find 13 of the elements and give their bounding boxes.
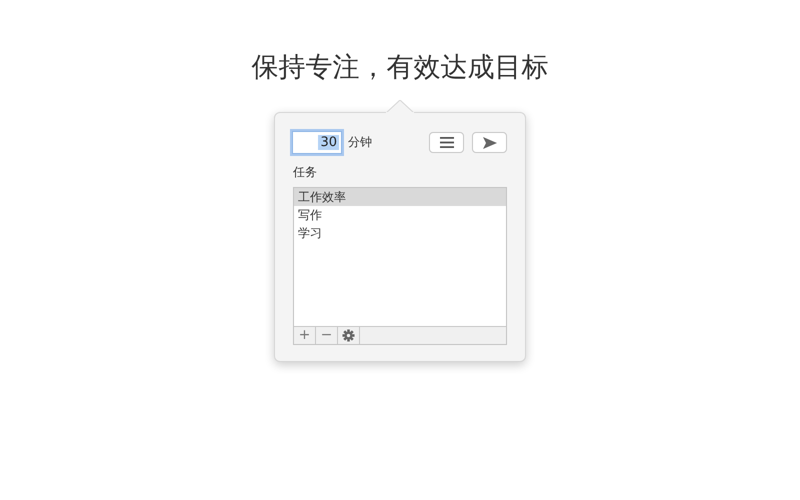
task-item[interactable]: 学习	[294, 224, 506, 242]
send-icon	[482, 136, 496, 148]
task-item[interactable]: 工作效率	[294, 188, 506, 206]
list-button[interactable]: +	[294, 327, 316, 344]
task-item[interactable]: 写作	[294, 206, 506, 224]
menu-button[interactable]	[429, 132, 464, 153]
minutes-field[interactable]: 30	[292, 131, 342, 154]
menu-icon	[440, 137, 454, 148]
send-button[interactable]	[472, 132, 507, 153]
headline: 保持专注，有效达成目标	[252, 51, 548, 85]
list-button[interactable]: −	[316, 327, 338, 344]
tasks-label: 任务	[293, 164, 318, 181]
minutes-label: 分钟	[348, 134, 372, 151]
